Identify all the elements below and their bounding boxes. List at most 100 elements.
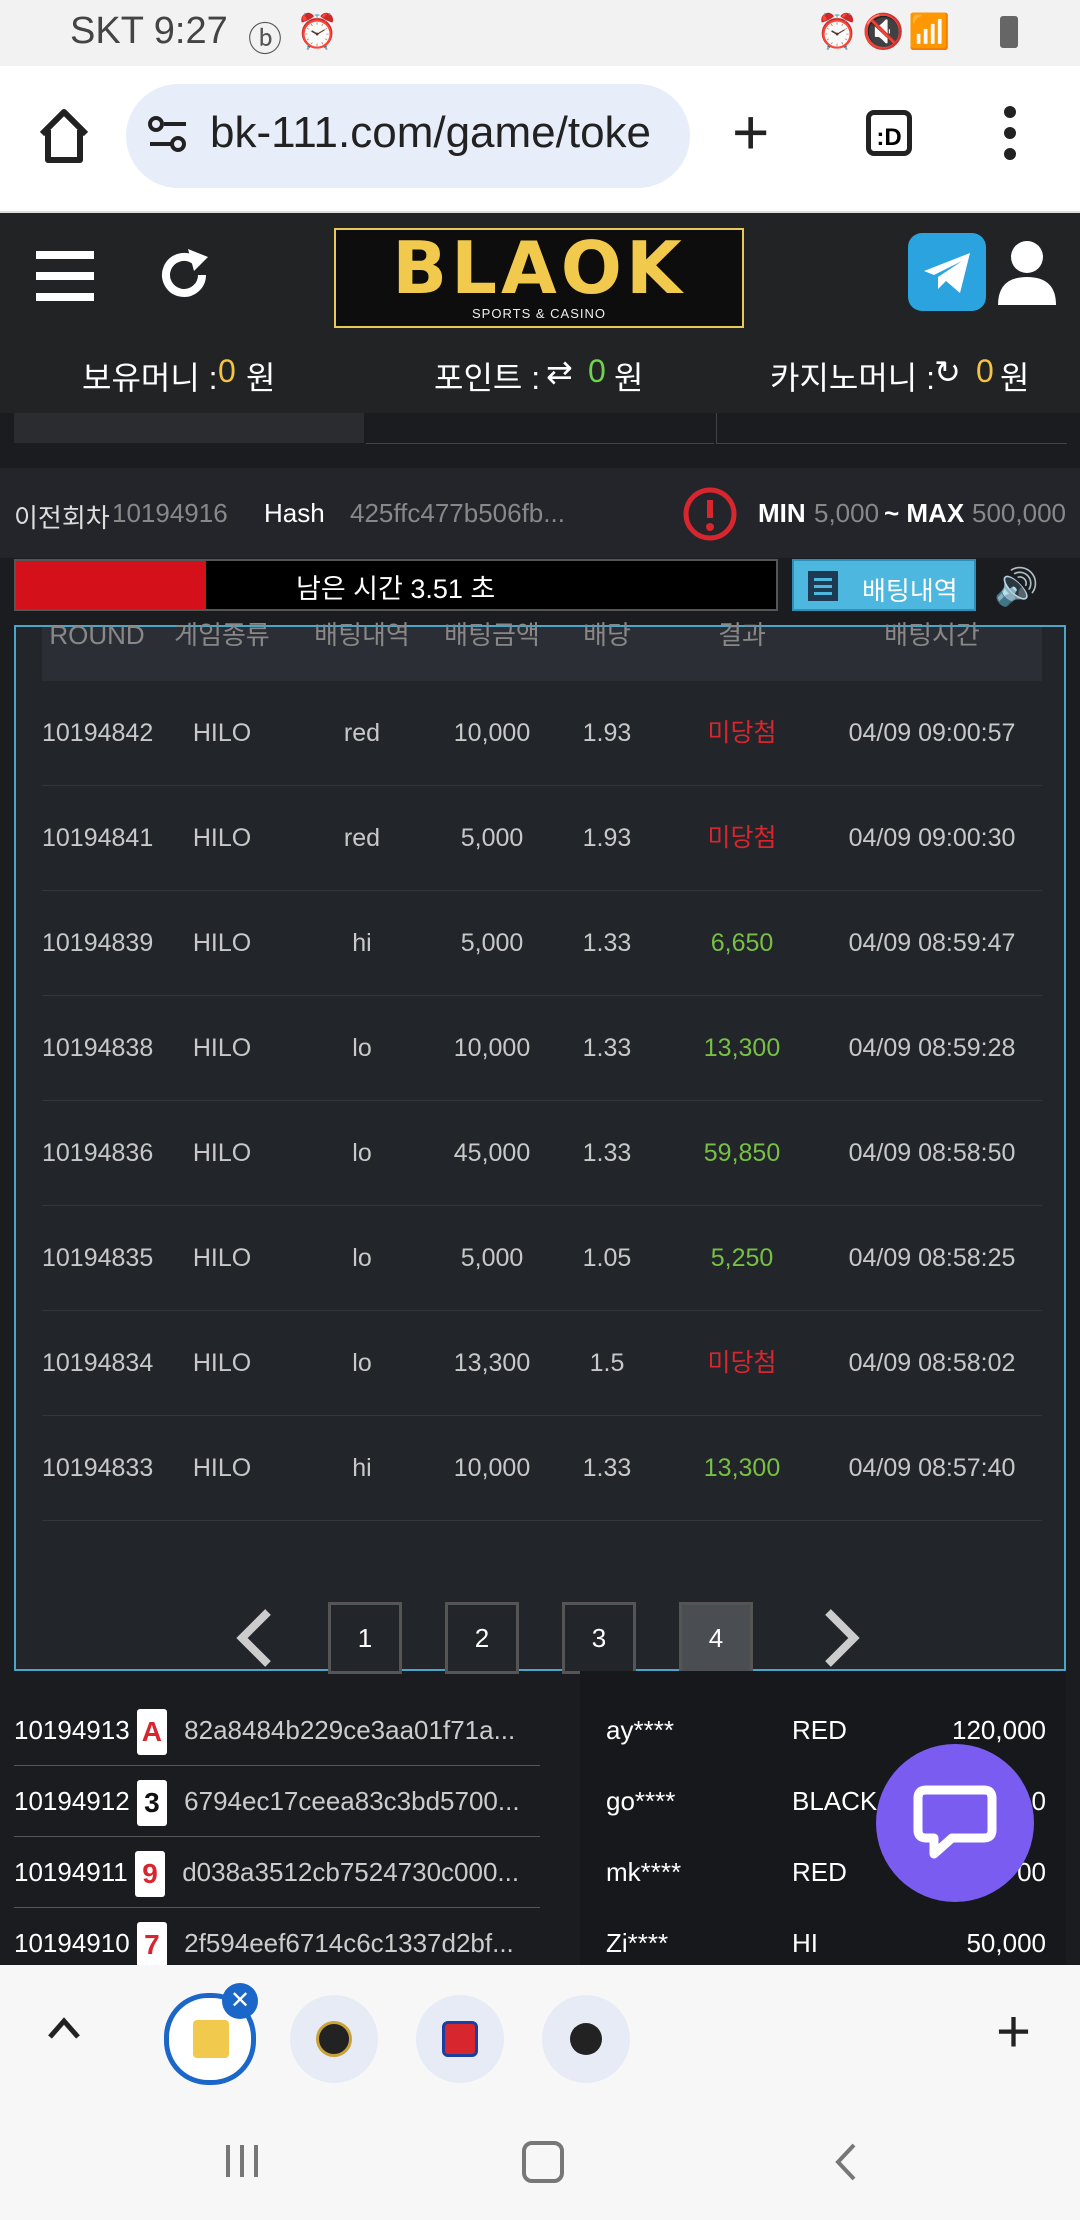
cell-game: HILO (192, 1454, 252, 1482)
close-tab-icon[interactable]: ✕ (222, 1983, 258, 2019)
playing-card: A (136, 1709, 167, 1756)
open-tab-4[interactable] (542, 1995, 630, 2083)
live-bet-user: ay**** (606, 1715, 674, 1745)
cell-game: HILO (192, 824, 252, 852)
table-row: 10194839 HILO hi 5,000 1.33 6,650 04/09 08:59:… (42, 891, 1042, 996)
live-chat-button[interactable] (876, 1744, 1034, 1902)
card-rank: A (141, 1716, 163, 1748)
cell-amount: 10,000 (453, 719, 531, 747)
header-result: 결과 (718, 620, 766, 650)
cell-odds: 1.5 (589, 1349, 625, 1377)
top-panel-left (14, 413, 364, 443)
cell-time: 04/09 08:58:02 (848, 1349, 1016, 1377)
cell-amount: 5,000 (460, 1244, 524, 1272)
table-row: 10194833 HILO hi 10,000 1.33 13,300 04/09 08:5… (42, 1416, 1042, 1521)
cell-amount: 10,000 (453, 1034, 531, 1062)
url-bar[interactable]: bk-111.com/game/toke (126, 84, 690, 188)
cell-amount: 10,000 (453, 1454, 531, 1482)
hash-value: 425ffc477b506fb... (350, 498, 565, 528)
cell-game: HILO (192, 1139, 252, 1167)
site-settings-icon[interactable] (146, 112, 190, 156)
bet-history-button[interactable]: 배팅내역 (792, 559, 976, 611)
recent-round-number: 10194912 (14, 1786, 130, 1816)
playing-card: 7 (136, 1922, 167, 1969)
header-time: 배팅시간 (884, 620, 980, 650)
cell-time: 04/09 08:59:28 (848, 1034, 1016, 1062)
page-button-2[interactable]: 2 (445, 1602, 519, 1674)
prev-round-label: 이전회차 (14, 503, 110, 533)
warning-icon[interactable] (682, 486, 738, 542)
browser-bottom-bar: ✕ + (0, 1965, 1080, 2220)
more-menu-icon[interactable] (1004, 106, 1016, 160)
page-button-4[interactable]: 4 (679, 1602, 753, 1674)
cell-bet: red (343, 719, 381, 747)
add-tab-plus-icon[interactable]: + (996, 1997, 1031, 2066)
tab-switcher-button[interactable]: :D (866, 110, 912, 156)
table-row: 10194834 HILO lo 13,300 1.5 미당첨 04/09 08:58:02 (42, 1311, 1042, 1416)
cell-odds: 1.05 (582, 1244, 632, 1272)
table-row: 10194841 HILO red 5,000 1.93 미당첨 04/09 09:00:3… (42, 786, 1042, 891)
sound-icon[interactable]: 🔊 (994, 566, 1039, 608)
home-nav-icon[interactable] (522, 2141, 564, 2183)
b-app-icon: ⓑ (248, 21, 282, 59)
cell-amount: 13,300 (453, 1349, 531, 1377)
header-round: ROUND (49, 620, 145, 650)
refresh-icon[interactable] (154, 245, 214, 305)
cell-game: HILO (192, 1349, 252, 1377)
user-profile-icon[interactable] (996, 237, 1058, 307)
balance-label: 보유머니 : (82, 360, 218, 396)
page-button-3[interactable]: 3 (562, 1602, 636, 1674)
mute-icon: 🔇 (862, 13, 905, 51)
recent-round-row: 10194912 3♣ 6794ec17ceea83c3bd5700... (14, 1766, 540, 1837)
header-amount: 배팅금액 (444, 620, 540, 650)
cell-round: 10194835 (42, 1244, 154, 1272)
max-value: 500,000 (972, 498, 1066, 528)
hamburger-menu-icon[interactable] (36, 251, 94, 301)
casino-label: 카지노머니 : (770, 360, 935, 396)
min-label: MIN (758, 498, 806, 528)
cell-result: 13,300 (703, 1034, 781, 1062)
chevron-up-icon[interactable] (44, 2013, 84, 2043)
alarm-status-icon: ⏰ (816, 13, 859, 51)
cell-result: 미당첨 (707, 1349, 777, 1377)
recent-round-number: 10194910 (14, 1928, 130, 1958)
points-currency: 원 (614, 360, 644, 396)
cell-time: 04/09 09:00:57 (848, 719, 1016, 747)
cell-bet: lo (352, 1349, 372, 1377)
back-nav-icon[interactable] (830, 2141, 860, 2183)
open-tab-2[interactable] (290, 1995, 378, 2083)
cell-odds: 1.93 (582, 824, 632, 852)
casino-refresh-icon[interactable]: ↻ (934, 353, 961, 391)
recent-round-hash: 6794ec17ceea83c3bd5700... (184, 1786, 520, 1816)
cell-round: 10194839 (42, 929, 154, 957)
telegram-icon[interactable] (908, 233, 986, 311)
next-page-icon[interactable] (816, 1602, 866, 1674)
timer-progress-fill (16, 561, 206, 609)
round-info-bar: 이전회차 10194916 Hash 425ffc477b506fb... MI… (0, 468, 1080, 558)
cell-odds: 1.33 (582, 929, 632, 957)
table-row: 10194835 HILO lo 5,000 1.05 5,250 04/09 08:58:… (42, 1206, 1042, 1311)
prev-page-icon[interactable] (230, 1602, 280, 1674)
cell-game: HILO (192, 1034, 252, 1062)
table-row: 10194842 HILO red 10,000 1.93 미당첨 04/09 09:00:… (42, 681, 1042, 786)
home-icon[interactable] (36, 106, 92, 166)
points-value: 0 (588, 353, 606, 389)
black-site-favicon (193, 2020, 229, 2058)
open-tab-3[interactable] (416, 1995, 504, 2083)
points-label: 포인트 : (434, 360, 541, 396)
recent-apps-icon[interactable] (222, 2141, 262, 2181)
card-rank: 9 (142, 1858, 158, 1890)
cell-amount: 5,000 (460, 824, 524, 852)
hash-label: Hash (264, 498, 325, 528)
top-panel-mid (366, 413, 714, 444)
page-button-1[interactable]: 1 (328, 1602, 402, 1674)
cell-odds: 1.33 (582, 1454, 632, 1482)
card-rank: 3 (144, 1787, 160, 1819)
site-logo[interactable]: BLAOK SPORTS & CASINO (334, 228, 744, 328)
table-header: ROUND 게임종류 배팅내역 배팅금액 배당 결과 배팅시간 (42, 620, 1042, 681)
cell-time: 04/09 09:00:30 (848, 824, 1016, 852)
new-tab-plus-icon[interactable]: + (732, 100, 769, 164)
globe-favicon (570, 2023, 602, 2055)
playing-card: 3 (136, 1780, 167, 1827)
live-bet-user: mk**** (606, 1857, 682, 1887)
